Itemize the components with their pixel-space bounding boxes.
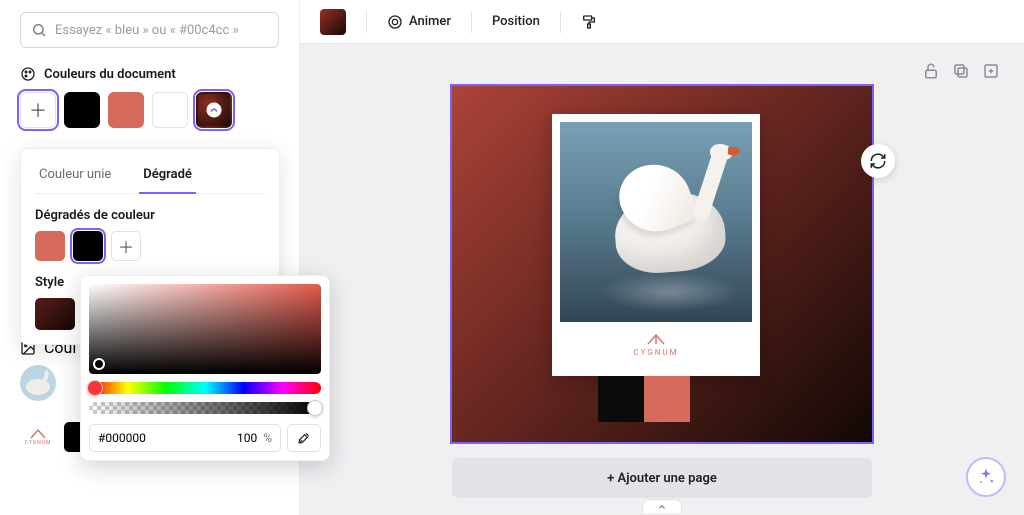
polaroid-logo-text: CYGNUM (560, 348, 752, 357)
document-colors-label: Couleurs du document (44, 67, 176, 82)
paint-roller-icon (581, 14, 597, 30)
brand-mark-icon (29, 428, 47, 440)
canvas-viewport[interactable]: CYGNUM + Ajouter une page (300, 44, 1024, 515)
hex-value: #000000 (98, 431, 146, 445)
fill-gradient-chip[interactable] (310, 7, 356, 37)
gradient-stops: ＋ (35, 231, 265, 261)
unlock-icon[interactable] (922, 62, 940, 80)
opacity-value: 100 (237, 431, 257, 445)
search-input[interactable] (55, 23, 268, 38)
animate-button[interactable]: Animer (377, 7, 461, 37)
polaroid-frame[interactable]: CYGNUM (552, 114, 760, 376)
brand-logo-thumb[interactable]: CYGNUM (20, 419, 56, 455)
refresh-icon (869, 152, 887, 170)
gradient-stop-2[interactable] (73, 231, 103, 261)
animate-icon (387, 14, 403, 30)
palette-icon (20, 66, 36, 82)
source-photo-thumb[interactable] (20, 365, 56, 401)
swan-photo (560, 122, 752, 322)
design-page[interactable]: CYGNUM (452, 86, 872, 442)
saturation-value-area[interactable] (89, 284, 321, 374)
tab-gradient[interactable]: Dégradé (139, 161, 196, 194)
ai-assist-button[interactable] (966, 457, 1006, 497)
document-swatches: ＋ (20, 92, 279, 128)
opacity-unit: % (263, 431, 272, 445)
add-page-label: + Ajouter une page (607, 471, 717, 486)
page-action-icons (922, 62, 1000, 80)
add-page-button[interactable]: + Ajouter une page (452, 458, 872, 498)
polaroid-logo: CYGNUM (560, 322, 752, 357)
eyedropper-icon (296, 430, 312, 446)
color-picker-popover: #000000 100 % (80, 275, 330, 461)
toolbar-separator (560, 11, 561, 33)
hue-thumb[interactable] (87, 380, 103, 396)
format-painter-button[interactable] (571, 7, 607, 37)
main-area: Animer Position (300, 0, 1024, 515)
sparkle-icon (976, 467, 996, 487)
search-icon (31, 22, 47, 38)
swatch-white[interactable] (152, 92, 188, 128)
palette-chips[interactable] (598, 376, 690, 422)
toolbar-separator (366, 11, 367, 33)
add-color-swatch[interactable]: ＋ (20, 92, 56, 128)
add-page-icon[interactable] (982, 62, 1000, 80)
swatch-coral[interactable] (108, 92, 144, 128)
chip-coral[interactable] (644, 376, 690, 422)
hue-slider[interactable] (89, 382, 321, 394)
swatch-black[interactable] (64, 92, 100, 128)
eyedropper-button[interactable] (287, 424, 321, 452)
add-gradient-stop[interactable]: ＋ (111, 231, 141, 261)
expand-pages-handle[interactable] (642, 499, 682, 513)
position-button[interactable]: Position (482, 7, 550, 37)
hex-input[interactable]: #000000 100 % (89, 424, 281, 452)
top-toolbar: Animer Position (300, 0, 1024, 44)
brand-mark-icon (645, 332, 667, 346)
tab-solid[interactable]: Couleur unie (35, 161, 115, 193)
gradient-chip-icon (320, 9, 346, 35)
position-label: Position (492, 14, 540, 29)
chevron-up-icon (657, 502, 667, 512)
color-mode-tabs: Couleur unie Dégradé (35, 161, 265, 194)
sv-thumb[interactable] (93, 358, 105, 370)
alpha-thumb[interactable] (307, 400, 323, 416)
gradient-stop-1[interactable] (35, 231, 65, 261)
document-colors-header: Couleurs du document (20, 66, 279, 82)
animate-label: Animer (409, 14, 451, 29)
gradient-edit-icon (205, 101, 223, 119)
swatch-gradient[interactable] (196, 92, 232, 128)
regenerate-button[interactable] (861, 144, 895, 178)
gradient-style-linear[interactable] (35, 298, 75, 330)
duplicate-icon[interactable] (952, 62, 970, 80)
sidebar: Couleurs du document ＋ Couleur unie Dégr… (0, 0, 300, 515)
search-field[interactable] (20, 12, 279, 48)
alpha-slider[interactable] (89, 402, 321, 414)
chip-black[interactable] (598, 376, 644, 422)
gradient-colors-label: Dégradés de couleur (35, 208, 265, 223)
swan-thumb-icon (20, 365, 56, 401)
toolbar-separator (471, 11, 472, 33)
